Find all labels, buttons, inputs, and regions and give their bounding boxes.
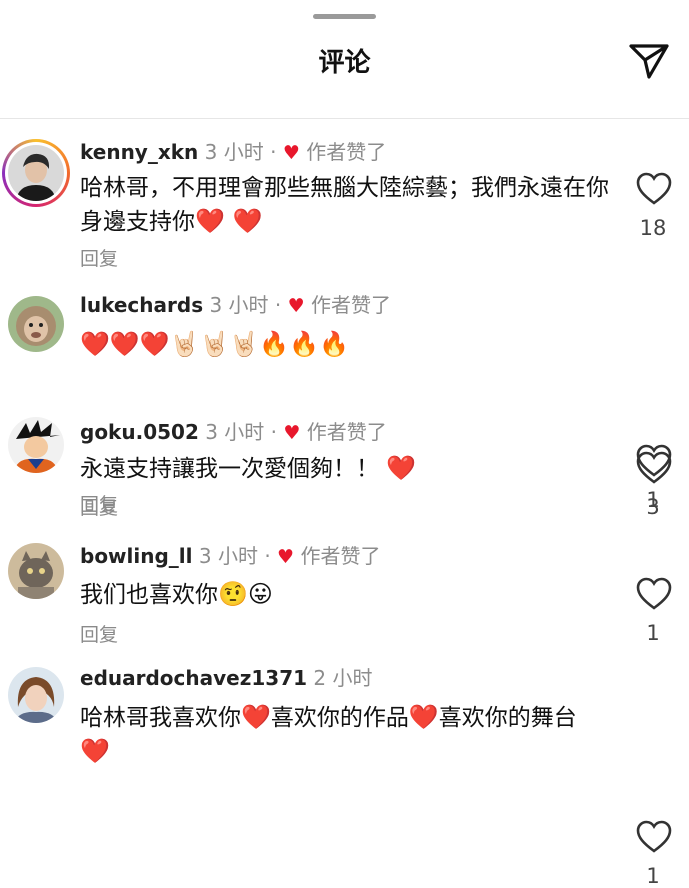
reply-button[interactable]: 回复 [80,244,118,271]
comment-text: ❤️❤️❤️🤘🏻🤘🏻🤘🏻🔥🔥🔥 [80,328,620,362]
comment-body: 永遠支持讓我一次愛個夠！！ [80,456,379,482]
timestamp: 3 小时 [205,420,265,444]
comment-emoji: ❤️ [408,703,439,731]
reply-button[interactable]: 回复 [80,493,118,520]
comment-body-part1: 哈林哥我喜欢你 [80,705,241,731]
timestamp: 3 小时 [198,544,258,568]
creator-liked-heart-icon: ♥ [277,546,295,568]
page-title: 评论 [318,48,371,78]
comment-meta: kenny_xkn 3 小时 · ♥ 作者赞了 [80,139,386,166]
separator: · [274,293,282,317]
heart-outline-icon[interactable] [636,577,672,611]
avatar[interactable] [8,417,64,473]
reply-button[interactable]: 回复 [80,620,118,647]
creator-liked-heart-icon: ♥ [282,142,300,164]
like-count: 1 [646,864,660,888]
comment-emoji: ❤️ [386,454,417,482]
creator-liked-label: 作者赞了 [306,420,387,444]
creator-liked-label: 作者赞了 [300,544,381,568]
username[interactable]: kenny_xkn [80,140,198,164]
avatar[interactable] [8,667,64,723]
heart-outline-icon[interactable] [636,172,672,206]
comment-body: 我们也喜欢你 [80,582,218,608]
avatar[interactable] [8,145,64,201]
comment-meta: eduardochavez1371 2 小时 [80,665,372,691]
avatar[interactable] [8,296,64,352]
username[interactable]: goku.0502 [80,420,199,444]
send-icon[interactable] [628,42,670,80]
separator: · [270,140,277,164]
timestamp: 3 小时 [204,140,264,164]
header-divider [0,118,689,119]
creator-liked-heart-icon: ♥ [283,422,301,444]
comment-text: 永遠支持讓我一次愛個夠！！ ❤️ [80,452,620,486]
comment-emoji: ❤️ [241,703,271,731]
comment-meta: bowling_ll 3 小时 · ♥ 作者赞了 [80,543,380,570]
comment-meta: goku.0502 3 小时 · ♥ 作者赞了 [80,419,387,446]
separator: · [264,544,271,568]
comment-emoji: ❤️ [80,737,110,765]
creator-liked-label: 作者赞了 [311,293,392,317]
timestamp: 2 小时 [313,666,373,690]
comment-body: 哈林哥，不用理會那些無腦大陸綜藝；我們永遠在你身邊支持你 [80,175,609,235]
comment-emoji: ❤️❤️❤️🤘🏻🤘🏻🤘🏻🔥🔥🔥 [80,330,349,358]
comment-text: 哈林哥，不用理會那些無腦大陸綜藝；我們永遠在你身邊支持你❤️ ❤️ [80,172,620,239]
timestamp: 3 小时 [209,293,269,317]
like-count: 1 [646,621,660,645]
comment-emoji: ❤️ ❤️ [195,207,263,235]
like-count: 3 [646,495,660,519]
username[interactable]: bowling_ll [80,544,193,568]
heart-outline-icon[interactable] [636,451,672,485]
username[interactable]: eduardochavez1371 [80,666,307,690]
creator-liked-label: 作者赞了 [306,140,387,164]
heart-outline-icon[interactable] [636,820,672,854]
avatar[interactable] [8,543,64,599]
like-count: 18 [639,216,667,240]
username[interactable]: lukechards [80,293,203,317]
comment-text: 我们也喜欢你🤨😛 [80,578,620,612]
creator-liked-heart-icon: ♥ [287,295,305,317]
comment-body-part3: 喜欢你的舞台 [438,705,577,731]
comment-meta: lukechards 3 小时 · ♥ 作者赞了 [80,292,391,319]
comment-text: 哈林哥我喜欢你❤️喜欢你的作品❤️喜欢你的舞台❤️ [80,701,600,769]
comment-body-part2: 喜欢你的作品 [270,705,409,731]
drag-handle[interactable] [313,14,376,19]
comment-emoji: 🤨😛 [218,580,273,608]
separator: · [270,420,278,444]
